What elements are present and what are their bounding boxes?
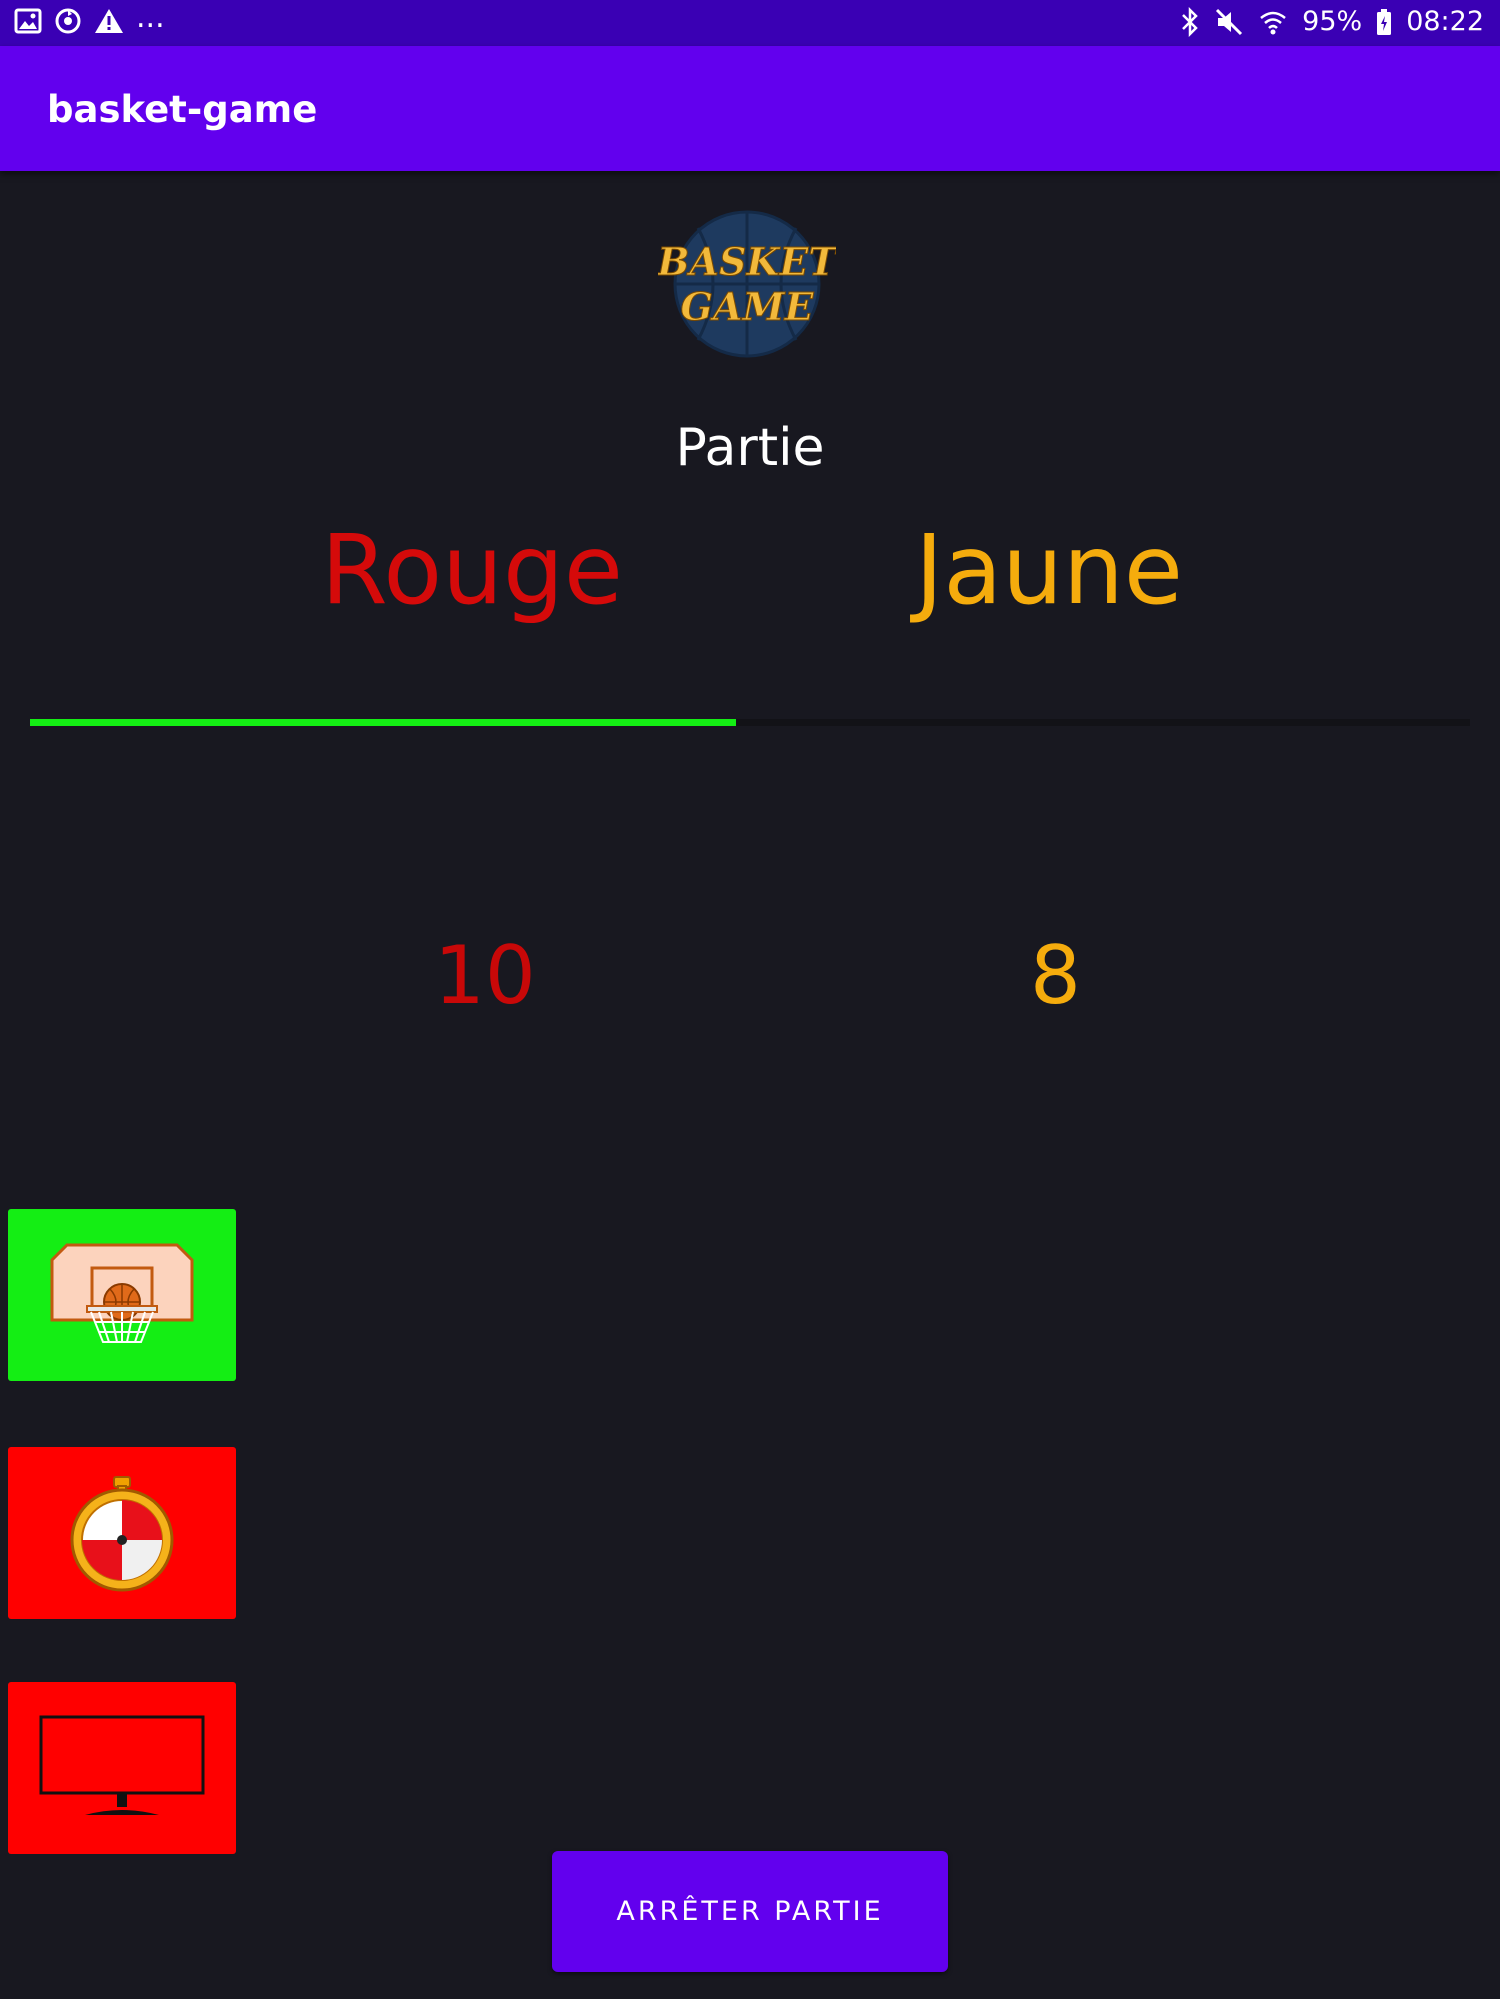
more-notifications: ...	[136, 0, 165, 35]
team-red-name: Rouge	[321, 514, 623, 626]
svg-text:BASKET: BASKET	[658, 239, 836, 284]
bluetooth-icon	[1180, 6, 1200, 37]
status-notifications: ...	[14, 3, 165, 35]
game-progress-fill	[30, 719, 736, 726]
mute-icon	[1214, 7, 1244, 37]
team-yellow-name: Jaune	[915, 514, 1183, 626]
stop-game-button[interactable]: ARRÊTER PARTIE	[552, 1851, 948, 1972]
team-yellow-score: 8	[1030, 929, 1081, 1022]
monitor-icon	[39, 1715, 205, 1815]
basket-hoop-icon	[50, 1243, 194, 1343]
basket-tile[interactable]	[8, 1209, 236, 1381]
app-bar: basket-game	[0, 46, 1500, 171]
stopwatch-icon	[70, 1476, 174, 1592]
basket-game-logo: BASKET GAME	[658, 210, 836, 358]
game-heading: Partie	[675, 418, 825, 478]
app-title: basket-game	[47, 88, 318, 131]
team-red-score: 10	[434, 929, 536, 1022]
warning-notification-icon	[94, 7, 124, 35]
image-notification-icon	[14, 7, 42, 35]
status-system: 95% 08:22	[1180, 6, 1484, 37]
sync-notification-icon	[54, 7, 82, 35]
wifi-icon	[1258, 7, 1288, 37]
svg-text:GAME: GAME	[681, 284, 815, 329]
timer-tile[interactable]	[8, 1447, 236, 1619]
game-progress-bar	[30, 719, 1470, 726]
status-bar: ... 95% 08:22	[0, 0, 1500, 46]
battery-percent: 95%	[1302, 6, 1363, 37]
display-tile[interactable]	[8, 1682, 236, 1854]
clock: 08:22	[1406, 6, 1484, 37]
battery-icon	[1376, 8, 1392, 36]
